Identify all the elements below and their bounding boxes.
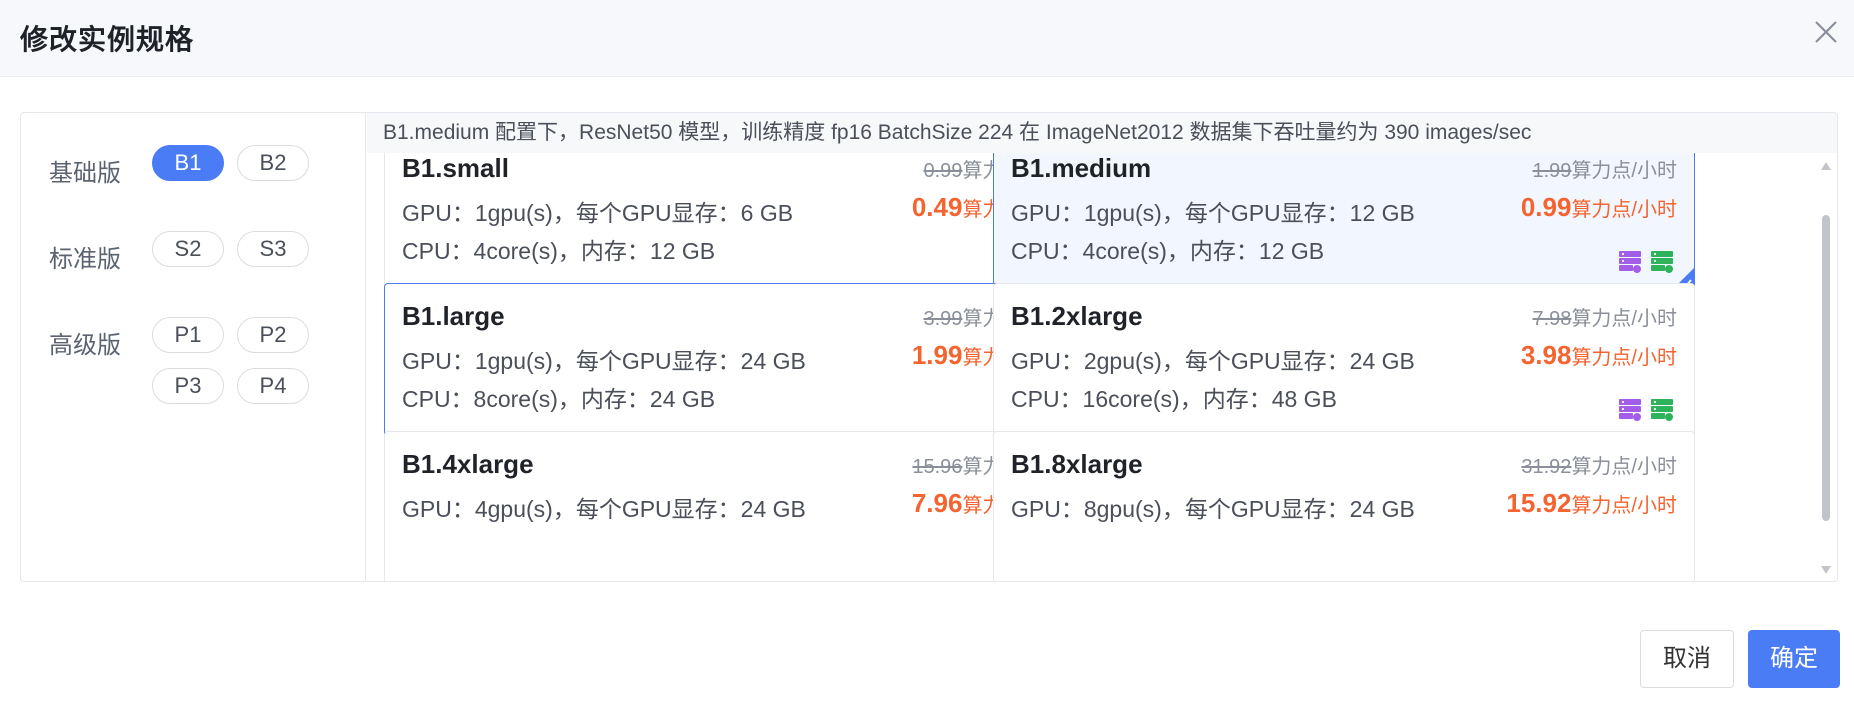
- close-icon[interactable]: [1810, 16, 1842, 48]
- card-icons: [1617, 396, 1677, 422]
- card-price: 15.92算力点/小时: [1506, 488, 1677, 519]
- spec-card-list[interactable]: B1.small GPU：1gpu(s)，每个GPU显存：6 GB CPU：4c…: [367, 153, 1813, 581]
- dialog-header: 修改实例规格: [0, 0, 1854, 77]
- spec-category-sidebar: 基础版 B1 B2 标准版 S2 S3 高级版 P1 P2 P3 P4: [21, 113, 366, 581]
- chip-p2[interactable]: P2: [237, 317, 309, 353]
- chip-p3[interactable]: P3: [152, 368, 224, 404]
- card-cpu-spec: CPU：16core(s)，内存：48 GB: [1011, 386, 1337, 412]
- card-original-price: 7.98算力点/小时: [1533, 302, 1678, 331]
- spec-card-b1-8xlarge[interactable]: B1.8xlarge GPU：8gpu(s)，每个GPU显存：24 GB 31.…: [993, 431, 1695, 581]
- card-gpu-spec: GPU：8gpu(s)，每个GPU显存：24 GB: [1011, 496, 1415, 522]
- original-price-value: 15.96: [912, 456, 963, 478]
- group-label: 基础版: [49, 160, 121, 187]
- card-cpu-spec: CPU：8core(s)，内存：24 GB: [402, 386, 716, 412]
- card-name: B1.large: [402, 301, 505, 331]
- price-value: 3.98: [1520, 340, 1572, 370]
- benchmark-note: B1.medium 配置下，ResNet50 模型，训练精度 fp16 Batc…: [367, 113, 1837, 153]
- spec-card-b1-small[interactable]: B1.small GPU：1gpu(s)，每个GPU显存：6 GB CPU：4c…: [384, 153, 1086, 291]
- spec-card-b1-medium[interactable]: B1.medium GPU：1gpu(s)，每个GPU显存：12 GB CPU：…: [993, 153, 1695, 291]
- chip-b2[interactable]: B2: [237, 145, 309, 181]
- spec-card-b1-large[interactable]: B1.large GPU：1gpu(s)，每个GPU显存：24 GB CPU：8…: [384, 283, 1086, 439]
- chip-b1[interactable]: B1: [152, 145, 224, 181]
- card-list-scrollbar[interactable]: [1813, 153, 1837, 581]
- card-name: B1.medium: [1011, 153, 1152, 183]
- original-price-value: 0.99: [923, 160, 963, 182]
- price-unit: 算力点/小时: [1571, 199, 1677, 221]
- price-unit: 算力点/小时: [1571, 308, 1677, 330]
- card-name: B1.4xlarge: [402, 449, 534, 479]
- spec-content: B1.medium 配置下，ResNet50 模型，训练精度 fp16 Batc…: [367, 113, 1837, 581]
- price-value: 15.92: [1506, 488, 1572, 518]
- card-price: 0.99算力点/小时: [1521, 192, 1677, 223]
- price-value: 1.99: [911, 340, 963, 370]
- chip-p4[interactable]: P4: [237, 368, 309, 404]
- card-icons: [1617, 248, 1677, 274]
- server-purple-icon: [1617, 396, 1643, 422]
- cancel-button[interactable]: 取消: [1640, 630, 1734, 688]
- price-value: 7.96: [911, 488, 963, 518]
- card-price: 3.98算力点/小时: [1521, 340, 1677, 371]
- scroll-down-arrow-icon[interactable]: [1820, 565, 1832, 575]
- original-price-value: 31.92: [1521, 456, 1572, 478]
- price-value: 0.49: [911, 192, 963, 222]
- spec-card-b1-2xlarge[interactable]: B1.2xlarge GPU：2gpu(s)，每个GPU显存：24 GB CPU…: [993, 283, 1695, 439]
- server-purple-icon: [1617, 248, 1643, 274]
- chip-p1[interactable]: P1: [152, 317, 224, 353]
- scroll-up-arrow-icon[interactable]: [1820, 161, 1832, 171]
- chip-s3[interactable]: S3: [237, 231, 309, 267]
- card-gpu-spec: GPU：4gpu(s)，每个GPU显存：24 GB: [402, 496, 806, 522]
- card-gpu-spec: GPU：1gpu(s)，每个GPU显存：24 GB: [402, 348, 806, 374]
- price-unit: 算力点/小时: [1571, 160, 1677, 182]
- confirm-button[interactable]: 确定: [1748, 630, 1840, 688]
- card-name: B1.8xlarge: [1011, 449, 1143, 479]
- group-label: 高级版: [49, 332, 121, 359]
- price-unit: 算力点/小时: [1571, 495, 1677, 517]
- spec-panel: 基础版 B1 B2 标准版 S2 S3 高级版 P1 P2 P3 P4 B1.m…: [20, 112, 1838, 582]
- card-cpu-spec: CPU：4core(s)，内存：12 GB: [1011, 238, 1325, 264]
- card-original-price: 1.99算力点/小时: [1533, 154, 1678, 183]
- cloud-server-green-icon: [1649, 396, 1675, 422]
- price-value: 0.99: [1520, 192, 1572, 222]
- card-gpu-spec: GPU：1gpu(s)，每个GPU显存：6 GB: [402, 200, 794, 226]
- card-name: B1.2xlarge: [1011, 301, 1143, 331]
- card-original-price: 31.92算力点/小时: [1521, 450, 1677, 479]
- scrollbar-thumb[interactable]: [1822, 215, 1830, 521]
- card-gpu-spec: GPU：2gpu(s)，每个GPU显存：24 GB: [1011, 348, 1415, 374]
- original-price-value: 1.99: [1532, 160, 1572, 182]
- spec-card-b1-4xlarge[interactable]: B1.4xlarge GPU：4gpu(s)，每个GPU显存：24 GB 15.…: [384, 431, 1086, 581]
- chip-s2[interactable]: S2: [152, 231, 224, 267]
- price-unit: 算力点/小时: [1571, 456, 1677, 478]
- card-name: B1.small: [402, 153, 509, 183]
- card-cpu-spec: CPU：4core(s)，内存：12 GB: [402, 238, 716, 264]
- price-unit: 算力点/小时: [1571, 347, 1677, 369]
- dialog-title: 修改实例规格: [20, 24, 195, 55]
- group-label: 标准版: [49, 246, 121, 273]
- original-price-value: 7.98: [1532, 308, 1572, 330]
- card-gpu-spec: GPU：1gpu(s)，每个GPU显存：12 GB: [1011, 200, 1415, 226]
- original-price-value: 3.99: [923, 308, 963, 330]
